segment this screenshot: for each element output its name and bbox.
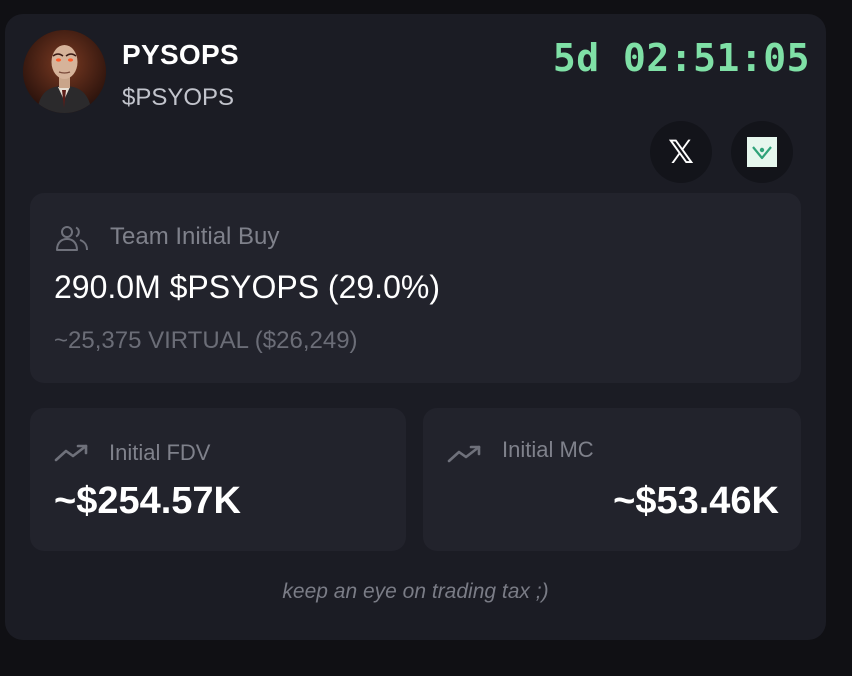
- team-buy-amount: 290.0M $PSYOPS (29.0%): [54, 269, 440, 305]
- x-logo-icon: 𝕏: [668, 134, 694, 170]
- initial-mc-value: ~$53.46K: [613, 480, 779, 522]
- token-card: PYSOPS $PSYOPS 5d 02:51:05 𝕏 Team Initia…: [5, 14, 826, 640]
- initial-fdv-label: Initial FDV: [109, 440, 211, 465]
- team-buy-label: Team Initial Buy: [110, 223, 280, 250]
- users-icon: [56, 226, 88, 251]
- avatar-image: [23, 30, 106, 113]
- x-link-button[interactable]: 𝕏: [650, 121, 712, 183]
- countdown-timer: 5d 02:51:05: [552, 36, 810, 80]
- team-buy-equivalent: ~25,375 VIRTUAL ($26,249): [54, 327, 358, 354]
- initial-mc-panel: Initial MC ~$53.46K: [423, 408, 801, 551]
- trending-up-icon: [447, 445, 481, 463]
- initial-fdv-value: ~$254.57K: [54, 480, 241, 522]
- token-name: PYSOPS: [122, 39, 239, 70]
- virtuals-logo-icon: [747, 137, 777, 167]
- team-initial-buy-panel: Team Initial Buy 290.0M $PSYOPS (29.0%) …: [30, 193, 801, 383]
- initial-fdv-panel: Initial FDV ~$254.57K: [30, 408, 406, 551]
- token-avatar: [23, 30, 106, 113]
- footnote-text: keep an eye on trading tax ;): [282, 580, 549, 603]
- virtuals-link-button[interactable]: [731, 121, 793, 183]
- initial-mc-label: Initial MC: [502, 437, 594, 462]
- trending-up-icon: [54, 444, 88, 462]
- token-ticker: $PSYOPS: [122, 84, 235, 111]
